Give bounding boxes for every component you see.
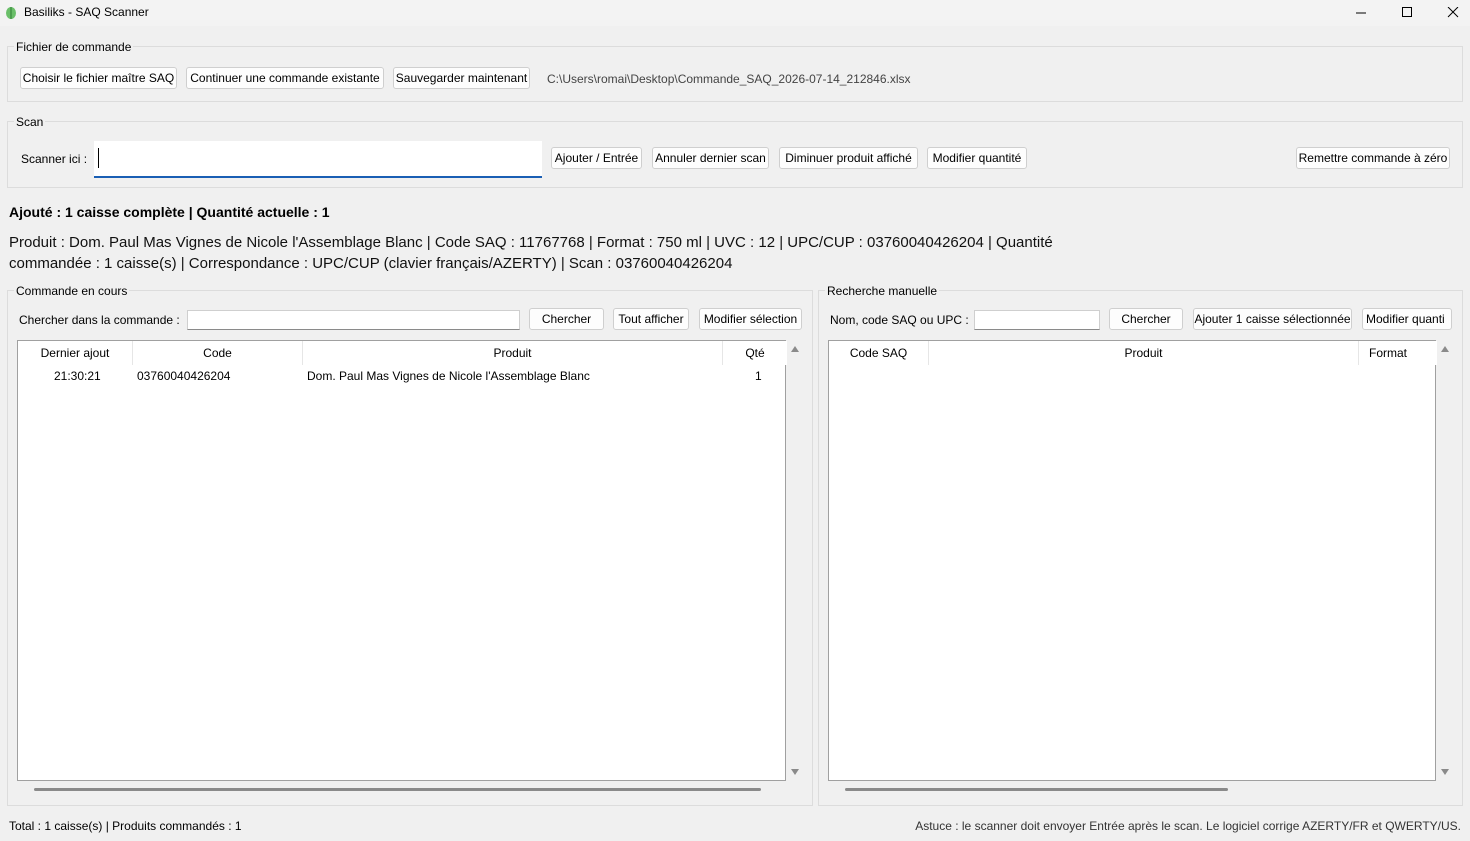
add-enter-button[interactable]: Ajouter / Entrée bbox=[551, 147, 642, 169]
table-row[interactable]: 21:30:21 03760040426204 Dom. Paul Mas Vi… bbox=[18, 365, 785, 385]
window-title: Basiliks - SAQ Scanner bbox=[24, 5, 149, 19]
text-caret bbox=[98, 148, 99, 168]
column-header-code-saq[interactable]: Code SAQ bbox=[829, 341, 929, 365]
column-header-code[interactable]: Code bbox=[133, 341, 303, 365]
footer-tip: Astuce : le scanner doit envoyer Entrée … bbox=[915, 819, 1461, 833]
order-horizontal-scrollbar[interactable] bbox=[34, 788, 761, 791]
scroll-down-icon[interactable] bbox=[1440, 767, 1450, 777]
manual-search-table[interactable]: Code SAQ Produit Format bbox=[828, 340, 1437, 781]
minimize-button[interactable] bbox=[1338, 0, 1384, 26]
title-bar: Basiliks - SAQ Scanner bbox=[0, 0, 1470, 26]
choose-master-file-button[interactable]: Choisir le fichier maître SAQ bbox=[20, 67, 177, 89]
product-info-line-1: Produit : Dom. Paul Mas Vignes de Nicole… bbox=[9, 234, 1053, 251]
undo-last-scan-button[interactable]: Annuler dernier scan bbox=[652, 147, 769, 169]
maximize-button[interactable] bbox=[1384, 0, 1430, 26]
manual-modify-quantity-button[interactable]: Modifier quanti bbox=[1362, 308, 1452, 330]
scan-here-label: Scanner ici : bbox=[21, 152, 88, 166]
product-info: Produit : Dom. Paul Mas Vignes de Nicole… bbox=[9, 232, 1109, 274]
close-button[interactable] bbox=[1430, 0, 1470, 26]
order-search-input[interactable] bbox=[187, 310, 520, 330]
column-header-product[interactable]: Produit bbox=[303, 341, 723, 365]
reset-order-button[interactable]: Remettre commande à zéro bbox=[1296, 147, 1450, 169]
cell-code: 03760040426204 bbox=[137, 369, 231, 383]
column-header-qty[interactable]: Qté bbox=[723, 341, 787, 365]
minimize-icon bbox=[1356, 12, 1366, 14]
modify-selection-button[interactable]: Modifier sélection bbox=[699, 308, 802, 330]
scroll-down-icon[interactable] bbox=[790, 767, 800, 777]
scan-input[interactable] bbox=[94, 141, 542, 178]
continue-order-button[interactable]: Continuer une commande existante bbox=[186, 67, 384, 89]
save-now-button[interactable]: Sauvegarder maintenant bbox=[393, 67, 530, 89]
cell-qty: 1 bbox=[755, 369, 762, 383]
manual-horizontal-scrollbar[interactable] bbox=[845, 788, 1228, 791]
product-info-line-2: commandée : 1 caisse(s) | Correspondance… bbox=[9, 255, 733, 272]
scroll-up-icon[interactable] bbox=[1440, 344, 1450, 354]
order-table[interactable]: Dernier ajout Code Produit Qté 21:30:21 … bbox=[17, 340, 787, 781]
manual-search-group-label: Recherche manuelle bbox=[825, 284, 940, 298]
app-icon bbox=[6, 7, 16, 19]
maximize-icon bbox=[1402, 7, 1412, 17]
manual-search-button[interactable]: Chercher bbox=[1109, 308, 1183, 330]
decrease-product-button[interactable]: Diminuer produit affiché bbox=[779, 147, 918, 169]
column-header-format[interactable]: Format bbox=[1359, 341, 1437, 365]
column-header-product[interactable]: Produit bbox=[929, 341, 1359, 365]
manual-search-input[interactable] bbox=[974, 310, 1100, 330]
modify-quantity-button[interactable]: Modifier quantité bbox=[927, 147, 1027, 169]
show-all-button[interactable]: Tout afficher bbox=[613, 308, 689, 330]
order-search-label: Chercher dans la commande : bbox=[19, 313, 180, 327]
cell-last-added: 21:30:21 bbox=[54, 369, 101, 383]
scan-group-label: Scan bbox=[14, 115, 46, 129]
close-icon bbox=[1447, 7, 1459, 18]
column-header-last-added[interactable]: Dernier ajout bbox=[18, 341, 133, 365]
order-search-button[interactable]: Chercher bbox=[529, 308, 604, 330]
file-path: C:\Users\romai\Desktop\Commande_SAQ_2026… bbox=[547, 72, 911, 86]
footer-total: Total : 1 caisse(s) | Produits commandés… bbox=[9, 819, 242, 833]
cell-product: Dom. Paul Mas Vignes de Nicole l'Assembl… bbox=[307, 369, 590, 383]
order-group-label: Commande en cours bbox=[14, 284, 130, 298]
add-selected-case-button[interactable]: Ajouter 1 caisse sélectionnée bbox=[1193, 308, 1352, 330]
added-status: Ajouté : 1 caisse complète | Quantité ac… bbox=[9, 204, 330, 220]
scroll-up-icon[interactable] bbox=[790, 344, 800, 354]
file-group-label: Fichier de commande bbox=[14, 40, 134, 54]
manual-search-label: Nom, code SAQ ou UPC : bbox=[830, 313, 969, 327]
